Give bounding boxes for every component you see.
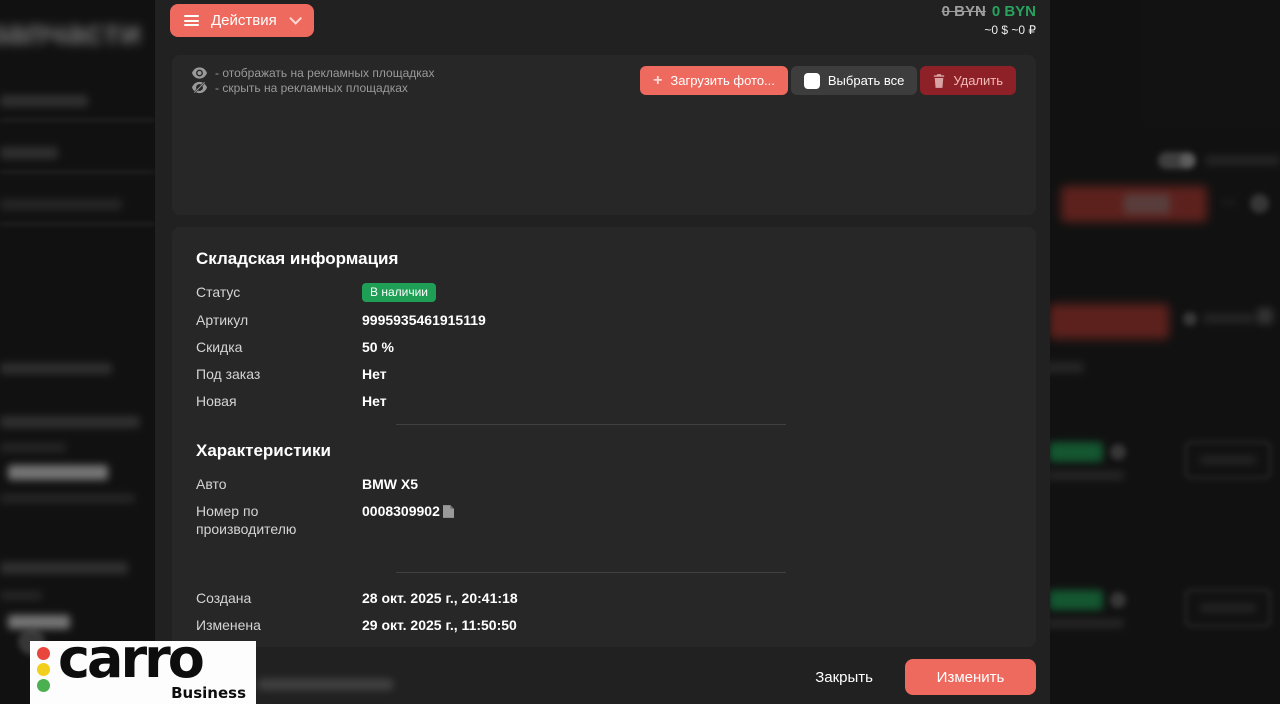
row-label: Новая [196, 392, 362, 410]
sku-value: 9995935461915119 [362, 311, 486, 329]
on-order-value: Нет [362, 365, 387, 383]
row-discount: Скидка 50 % [196, 338, 1012, 356]
row-on-order: Под заказ Нет [196, 365, 1012, 383]
photos-panel: - отображать на рекламных площадках - ск… [172, 55, 1036, 215]
row-manufacturer-number: Номер по производителю 0008309902 [196, 502, 1012, 538]
row-label: Под заказ [196, 365, 362, 383]
upload-photo-label: Загрузить фото... [670, 73, 774, 88]
delete-label: Удалить [953, 73, 1003, 88]
car-value: BMW X5 [362, 475, 418, 493]
price-block: 0 BYN 0 BYN ~0 $ ~0 ₽ [942, 4, 1036, 38]
trash-icon [933, 74, 945, 88]
actions-button-label: Действия [211, 12, 277, 29]
row-label: Авто [196, 475, 362, 493]
info-panel: Складская информация Статус В наличии Ар… [172, 227, 1036, 647]
new-value: Нет [362, 392, 387, 410]
select-all-label: Выбрать все [828, 73, 904, 88]
legend-show-text: - отображать на рекламных площадках [215, 66, 434, 80]
row-new: Новая Нет [196, 392, 1012, 410]
actions-menu-button[interactable]: Действия [170, 4, 314, 37]
logo-sub: Business [171, 684, 246, 702]
price-new: 0 BYN [992, 3, 1036, 20]
plus-icon: + [653, 73, 662, 89]
row-status: Статус В наличии [196, 283, 1012, 302]
upload-photo-button[interactable]: + Загрузить фото... [640, 66, 788, 95]
bg-blurred-text [258, 679, 393, 690]
photos-legend: - отображать на рекламных площадках - ск… [192, 65, 434, 95]
row-label: Номер по производителю [196, 502, 362, 538]
discount-value: 50 % [362, 338, 394, 356]
delete-button[interactable]: Удалить [920, 66, 1016, 95]
price-old: 0 BYN [942, 3, 986, 20]
part-details-dialog: Действия 0 BYN 0 BYN ~0 $ ~0 ₽ - отобража… [155, 0, 1050, 704]
specs-section-title: Характеристики [196, 441, 1012, 461]
row-modified: Изменена 29 окт. 2025 г., 11:50:50 [196, 616, 1012, 634]
row-label: Скидка [196, 338, 362, 356]
select-all-checkbox[interactable] [804, 73, 820, 89]
status-badge: В наличии [362, 283, 436, 302]
eye-off-icon [192, 81, 207, 94]
legend-hide-text: - скрыть на рекламных площадках [215, 81, 408, 95]
photo-toolbar: + Загрузить фото... Выбрать все Удалить [640, 66, 1016, 95]
row-label: Статус [196, 283, 362, 301]
row-label: Изменена [196, 616, 362, 634]
app-root: запчасти [0, 0, 1280, 704]
manufacturer-number-value: 0008309902 [362, 502, 440, 520]
copy-icon[interactable] [443, 505, 454, 518]
row-created: Создана 28 окт. 2025 г., 20:41:18 [196, 589, 1012, 607]
modified-value: 29 окт. 2025 г., 11:50:50 [362, 616, 517, 634]
eye-icon [192, 67, 207, 79]
row-car: Авто BMW X5 [196, 475, 1012, 493]
chevron-down-icon [289, 12, 302, 25]
select-all-button[interactable]: Выбрать все [791, 66, 917, 95]
close-button[interactable]: Закрыть [803, 659, 885, 695]
divider [396, 572, 786, 573]
created-value: 28 окт. 2025 г., 20:41:18 [362, 589, 518, 607]
dialog-footer: Закрыть Изменить [155, 650, 1050, 704]
row-label: Артикул [196, 311, 362, 329]
logo-dots-icon [37, 647, 50, 692]
stock-section-title: Складская информация [196, 249, 1012, 269]
menu-icon [184, 15, 199, 26]
row-label: Создана [196, 589, 362, 607]
divider [396, 424, 786, 425]
edit-button[interactable]: Изменить [905, 659, 1036, 695]
logo-brand: carro [58, 641, 202, 690]
price-approx: ~0 $ ~0 ₽ [942, 22, 1036, 38]
row-sku: Артикул 9995935461915119 [196, 311, 1012, 329]
carro-business-logo: carro Business [30, 641, 256, 704]
